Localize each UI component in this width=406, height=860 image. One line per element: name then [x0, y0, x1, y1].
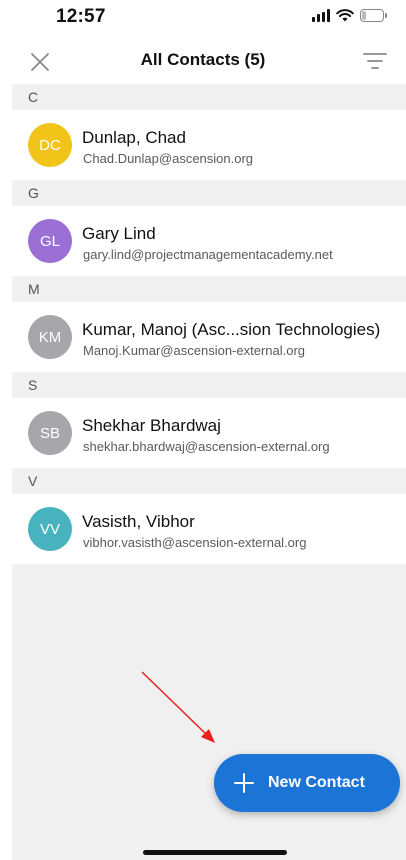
- contact-list-area[interactable]: C DC Dunlap, Chad Chad.Dunlap@ascension.…: [12, 84, 406, 860]
- avatar: SB: [28, 411, 72, 455]
- filter-icon: [363, 53, 387, 69]
- status-icons: 23: [312, 9, 387, 22]
- wifi-icon: [336, 9, 354, 22]
- avatar: VV: [28, 507, 72, 551]
- contact-name: Dunlap, Chad: [82, 128, 186, 147]
- contact-row[interactable]: DC Dunlap, Chad Chad.Dunlap@ascension.or…: [12, 110, 406, 180]
- page-title: All Contacts (5): [140, 50, 266, 69]
- close-icon: [31, 53, 49, 71]
- home-indicator: [143, 850, 287, 855]
- section-header-v: V: [12, 468, 406, 494]
- status-bar: 12:57 23: [0, 0, 406, 36]
- header-bar: All Contacts (5): [0, 36, 406, 84]
- contact-name: Shekhar Bhardwaj: [82, 416, 221, 435]
- contact-email: Manoj.Kumar@ascension-external.org: [83, 343, 306, 358]
- contact-row[interactable]: GL Gary Lind gary.lind@projectmanagement…: [12, 206, 406, 276]
- battery-icon: 23: [360, 9, 387, 22]
- avatar: KM: [28, 315, 72, 359]
- new-contact-label: New Contact: [268, 774, 365, 791]
- plus-icon: [234, 773, 254, 793]
- close-button[interactable]: [26, 48, 54, 76]
- contact-email: vibhor.vasisth@ascension-external.org: [83, 535, 307, 550]
- filter-button[interactable]: [362, 50, 388, 72]
- contact-name: Gary Lind: [82, 224, 156, 243]
- section-header-c: C: [12, 84, 406, 110]
- avatar: GL: [28, 219, 72, 263]
- contact-list: C DC Dunlap, Chad Chad.Dunlap@ascension.…: [12, 84, 406, 564]
- contact-email: Chad.Dunlap@ascension.org: [83, 151, 254, 166]
- contact-name: Vasisth, Vibhor: [82, 512, 195, 531]
- contact-email: gary.lind@projectmanagementacademy.net: [83, 247, 333, 262]
- contact-row[interactable]: KM Kumar, Manoj (Asc...sion Technologies…: [12, 302, 406, 372]
- contact-row[interactable]: SB Shekhar Bhardwaj shekhar.bhardwaj@asc…: [12, 398, 406, 468]
- section-header-m: M: [12, 276, 406, 302]
- section-header-g: G: [12, 180, 406, 206]
- signal-icon: [312, 9, 330, 22]
- contact-row[interactable]: VV Vasisth, Vibhor vibhor.vasisth@ascens…: [12, 494, 406, 564]
- contact-email: shekhar.bhardwaj@ascension-external.org: [83, 439, 330, 454]
- status-time: 12:57: [56, 6, 106, 27]
- battery-level: 23: [366, 10, 377, 21]
- contact-name: Kumar, Manoj (Asc...sion Technologies): [82, 320, 381, 339]
- avatar: DC: [28, 123, 72, 167]
- new-contact-button[interactable]: New Contact: [214, 754, 400, 812]
- section-header-s: S: [12, 372, 406, 398]
